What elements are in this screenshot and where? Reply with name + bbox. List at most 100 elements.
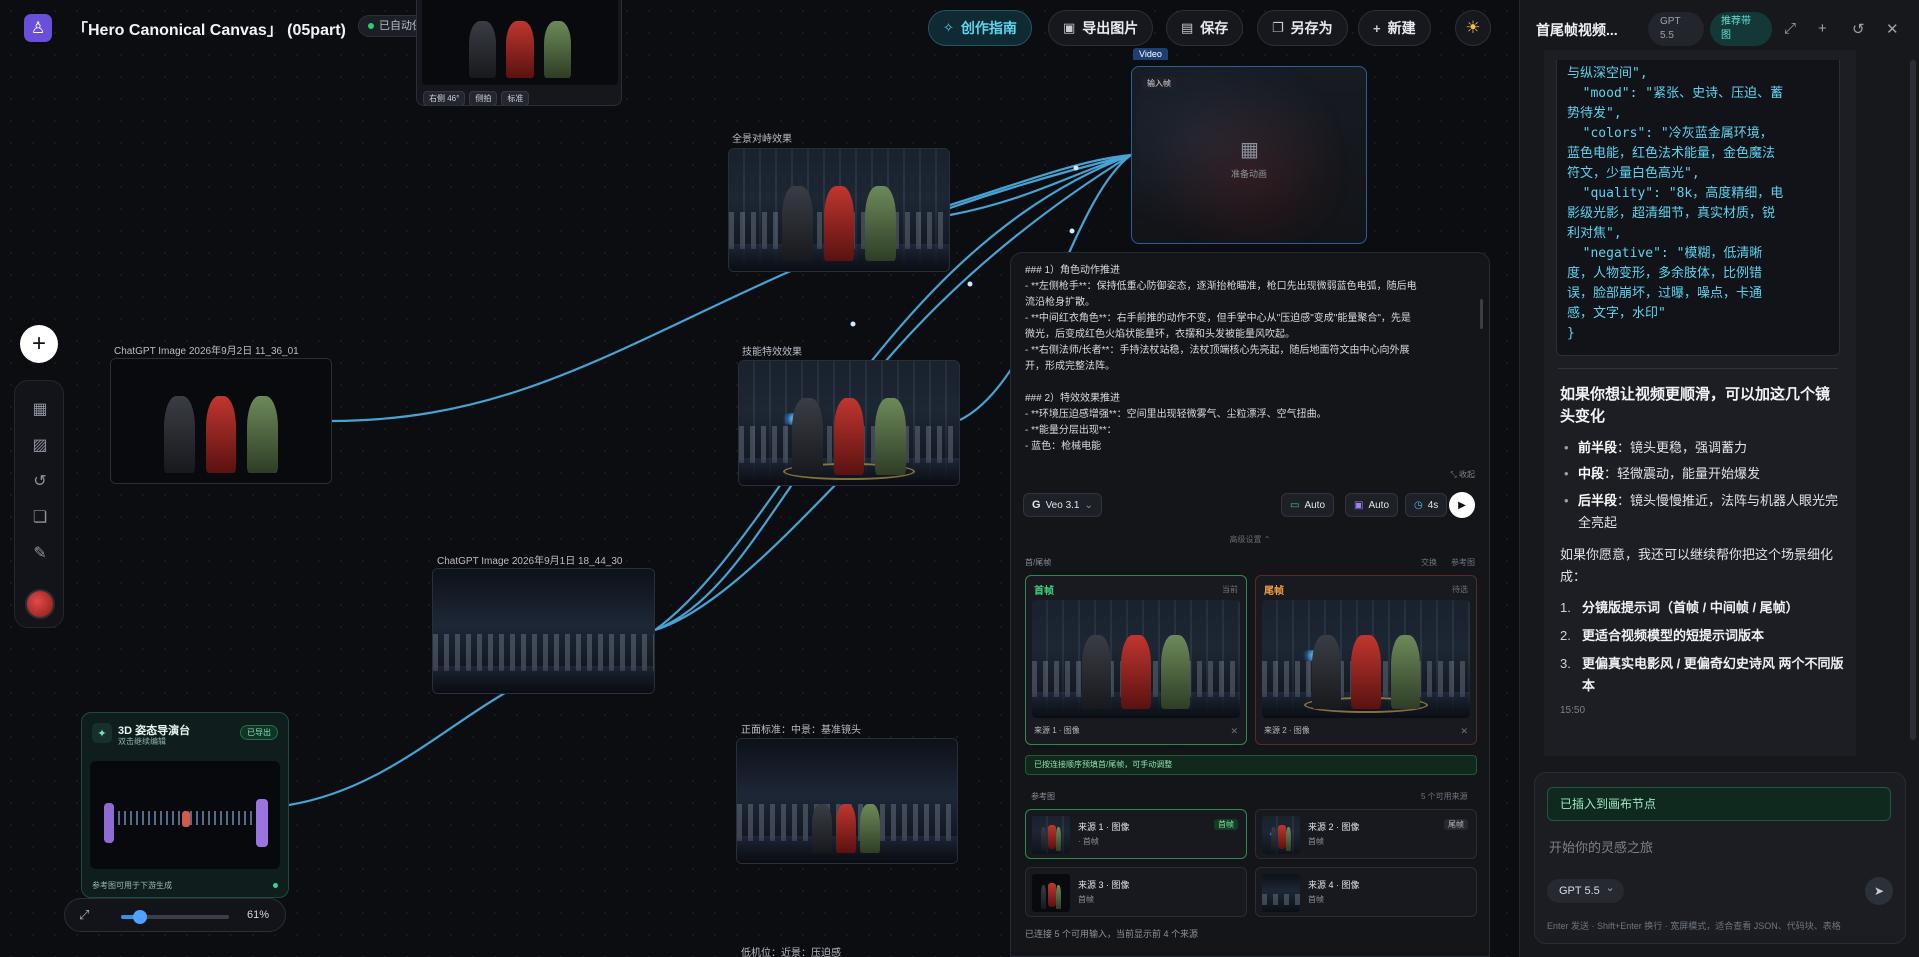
- aspect-ratio-label: Auto: [1304, 499, 1326, 511]
- prompt-editor[interactable]: ### 1）角色动作推进 - **左侧枪手**：保持低重心防御姿态，逐渐抬枪瞄准，…: [1025, 263, 1469, 453]
- node-image: [739, 361, 959, 485]
- reference-badge: 尾帧: [1444, 819, 1468, 830]
- collapse-button[interactable]: ⤡ 收起: [1450, 469, 1475, 480]
- node-canvas[interactable]: ♙ 「Hero Canonical Canvas」 (05part) 已自动保存…: [0, 0, 1519, 957]
- send-button[interactable]: ➤: [1865, 877, 1893, 905]
- save-button[interactable]: ▤ 保存: [1166, 10, 1244, 46]
- pose-preview[interactable]: [90, 761, 280, 869]
- node-label-skill-fx: 技能特效效果: [742, 347, 802, 358]
- chat-input[interactable]: 开始你的灵感之旅: [1549, 837, 1653, 856]
- reference-name: 来源 1 · 图像: [1078, 822, 1130, 832]
- close-icon[interactable]: ✕: [1460, 726, 1468, 737]
- bullet-text: ：镜头更稳，强调蓄力: [1617, 440, 1748, 455]
- divider: [1558, 368, 1838, 369]
- book-icon[interactable]: ❏: [30, 507, 50, 527]
- video-node[interactable]: 输入帧 ▦ 准备动画: [1131, 66, 1367, 244]
- save-as-button[interactable]: ❐ 另存为: [1257, 10, 1348, 46]
- export-image-button[interactable]: ▣ 导出图片: [1048, 10, 1154, 46]
- fit-view-icon[interactable]: ⤢: [79, 907, 89, 923]
- composer-hint: Enter 发送 · Shift+Enter 换行 · 宽屏模式，适合查看 JS…: [1547, 921, 1841, 931]
- creation-guide-button[interactable]: ✧ 创作指南: [928, 10, 1032, 46]
- document-title[interactable]: 「Hero Canonical Canvas」 (05part): [72, 16, 346, 40]
- option-text: 更偏真实电影风 / 更偏奇幻史诗风 两个不同版本: [1582, 656, 1844, 693]
- first-frame-title: 首帧: [1034, 586, 1054, 597]
- copy-icon: ❐: [1272, 20, 1284, 35]
- frames-section-title: 首/尾帧: [1025, 558, 1052, 567]
- node-image: [729, 149, 949, 271]
- recommend-pill[interactable]: 推荐带图: [1710, 12, 1772, 46]
- app-logo[interactable]: ♙: [24, 14, 52, 42]
- figure-icon: ✦: [92, 723, 112, 743]
- image-node-chatgpt-b[interactable]: [432, 568, 655, 694]
- bullet-key: 前半段: [1578, 440, 1618, 455]
- code-block[interactable]: 与纵深空间", "mood": "紧张、史诗、压迫、蓄 势待发", "color…: [1556, 60, 1840, 356]
- image-icon[interactable]: ▨: [30, 435, 50, 455]
- model-select-label: Veo 3.1: [1045, 499, 1080, 511]
- history-icon[interactable]: ↺: [1852, 20, 1865, 38]
- advanced-settings-toggle[interactable]: 高级设置 ⌃: [1011, 534, 1489, 545]
- close-icon[interactable]: ✕: [1230, 726, 1238, 737]
- first-frame-slot[interactable]: 首帧 当前 来源 1 · 图像 ✕: [1025, 575, 1247, 745]
- first-frame-image: [1032, 600, 1240, 718]
- reference-source-2[interactable]: 来源 2 · 图像 首帧 尾帧: [1255, 809, 1477, 859]
- generate-play-button[interactable]: ▶: [1449, 492, 1475, 518]
- prompt-line: - **能量分层出现**：: [1025, 425, 1117, 436]
- prompt-line: [1025, 375, 1469, 391]
- send-icon: ➤: [1873, 884, 1885, 898]
- zoom-slider[interactable]: [121, 910, 229, 924]
- image-node-chatgpt-a[interactable]: [110, 358, 332, 484]
- plus-icon[interactable]: +: [1818, 20, 1827, 37]
- new-button[interactable]: + 新建: [1358, 10, 1431, 46]
- wire-panorama-to-video-2: [949, 153, 1132, 217]
- reference-source-3[interactable]: 来源 3 · 图像 首帧: [1025, 867, 1247, 917]
- message-timestamp: 15:50: [1560, 705, 1586, 716]
- plus-icon: +: [1373, 20, 1381, 36]
- image-node-front[interactable]: [736, 738, 958, 864]
- close-icon[interactable]: ✕: [1886, 20, 1899, 38]
- pose-director-subtitle: 双击继续编辑: [118, 737, 166, 746]
- history-icon[interactable]: ↺: [30, 471, 50, 491]
- option-item: 2. 更适合视频模型的短提示词版本: [1560, 628, 1765, 643]
- composer-model-select[interactable]: GPT 5.5: [1547, 876, 1624, 903]
- reference-source-4[interactable]: 来源 4 · 图像 首帧: [1255, 867, 1477, 917]
- video-placeholder: 准备动画: [1230, 169, 1267, 179]
- grid-icon[interactable]: ▦: [30, 399, 50, 419]
- node-image: [433, 569, 654, 693]
- image-node-top-partial[interactable]: 右侧 46° 侧拍 标准: [416, 0, 622, 106]
- node-tag: 标准: [501, 91, 530, 105]
- chat-scrollbar[interactable]: [1910, 60, 1916, 740]
- play-icon: ▶: [1458, 499, 1466, 511]
- model-select[interactable]: G Veo 3.1 ⌄: [1023, 493, 1102, 517]
- reference-image-link[interactable]: 参考图: [1451, 557, 1475, 568]
- wire-stage-to-chatgpt-b: [288, 689, 511, 807]
- prompt-scrollbar[interactable]: [1480, 299, 1483, 329]
- first-frame-status: 当前: [1222, 585, 1238, 594]
- image-node-panorama[interactable]: [728, 148, 950, 272]
- chat-panel: 首尾帧视频... GPT 5.5 推荐带图 ⤢ + ↺ ✕ 与纵深空间", "mo…: [1519, 0, 1919, 957]
- aspect-ratio-select[interactable]: ▭ Auto: [1281, 493, 1335, 517]
- wrench-icon[interactable]: ✎: [30, 543, 50, 563]
- list-item: 前半段：镜头更稳，强调蓄力: [1564, 438, 1840, 458]
- reference-source-1[interactable]: 来源 1 · 图像 · 首帧 首帧: [1025, 809, 1247, 859]
- reference-name: 来源 2 · 图像: [1308, 822, 1360, 832]
- chat-composer: 已插入到画布节点 开始你的灵感之旅 GPT 5.5 ➤ Enter 发送 · S…: [1534, 772, 1906, 944]
- wire-panorama-to-video-1: [949, 153, 1132, 207]
- pose-director-node[interactable]: ✦ 3D 姿态导演台 双击继续编辑 已导出 参考图可用于下游生成: [81, 712, 289, 898]
- reference-thumbnail: [1262, 816, 1300, 854]
- last-frame-slot[interactable]: 尾帧 待选 来源 2 · 图像 ✕: [1255, 575, 1477, 745]
- expand-icon[interactable]: ⤢: [1784, 20, 1796, 37]
- video-node-tag: Video: [1133, 48, 1168, 60]
- add-node-button[interactable]: +: [20, 325, 58, 363]
- zoom-slider-handle[interactable]: [133, 910, 148, 924]
- last-frame-source: 来源 2 · 图像: [1264, 726, 1310, 735]
- image-node-skill-fx[interactable]: [738, 360, 960, 486]
- swap-button[interactable]: 交换: [1421, 557, 1437, 568]
- avatar[interactable]: [25, 589, 55, 619]
- node-tag: 侧拍: [469, 91, 498, 105]
- duration-select[interactable]: ◷ 4s: [1405, 493, 1448, 517]
- image-icon: ▣: [1063, 20, 1076, 35]
- model-pill[interactable]: GPT 5.5: [1648, 12, 1704, 46]
- theme-toggle-sun-icon[interactable]: ☀: [1455, 10, 1491, 46]
- film-icon: ▦: [1240, 139, 1259, 161]
- quality-select[interactable]: ▣ Auto: [1345, 493, 1399, 517]
